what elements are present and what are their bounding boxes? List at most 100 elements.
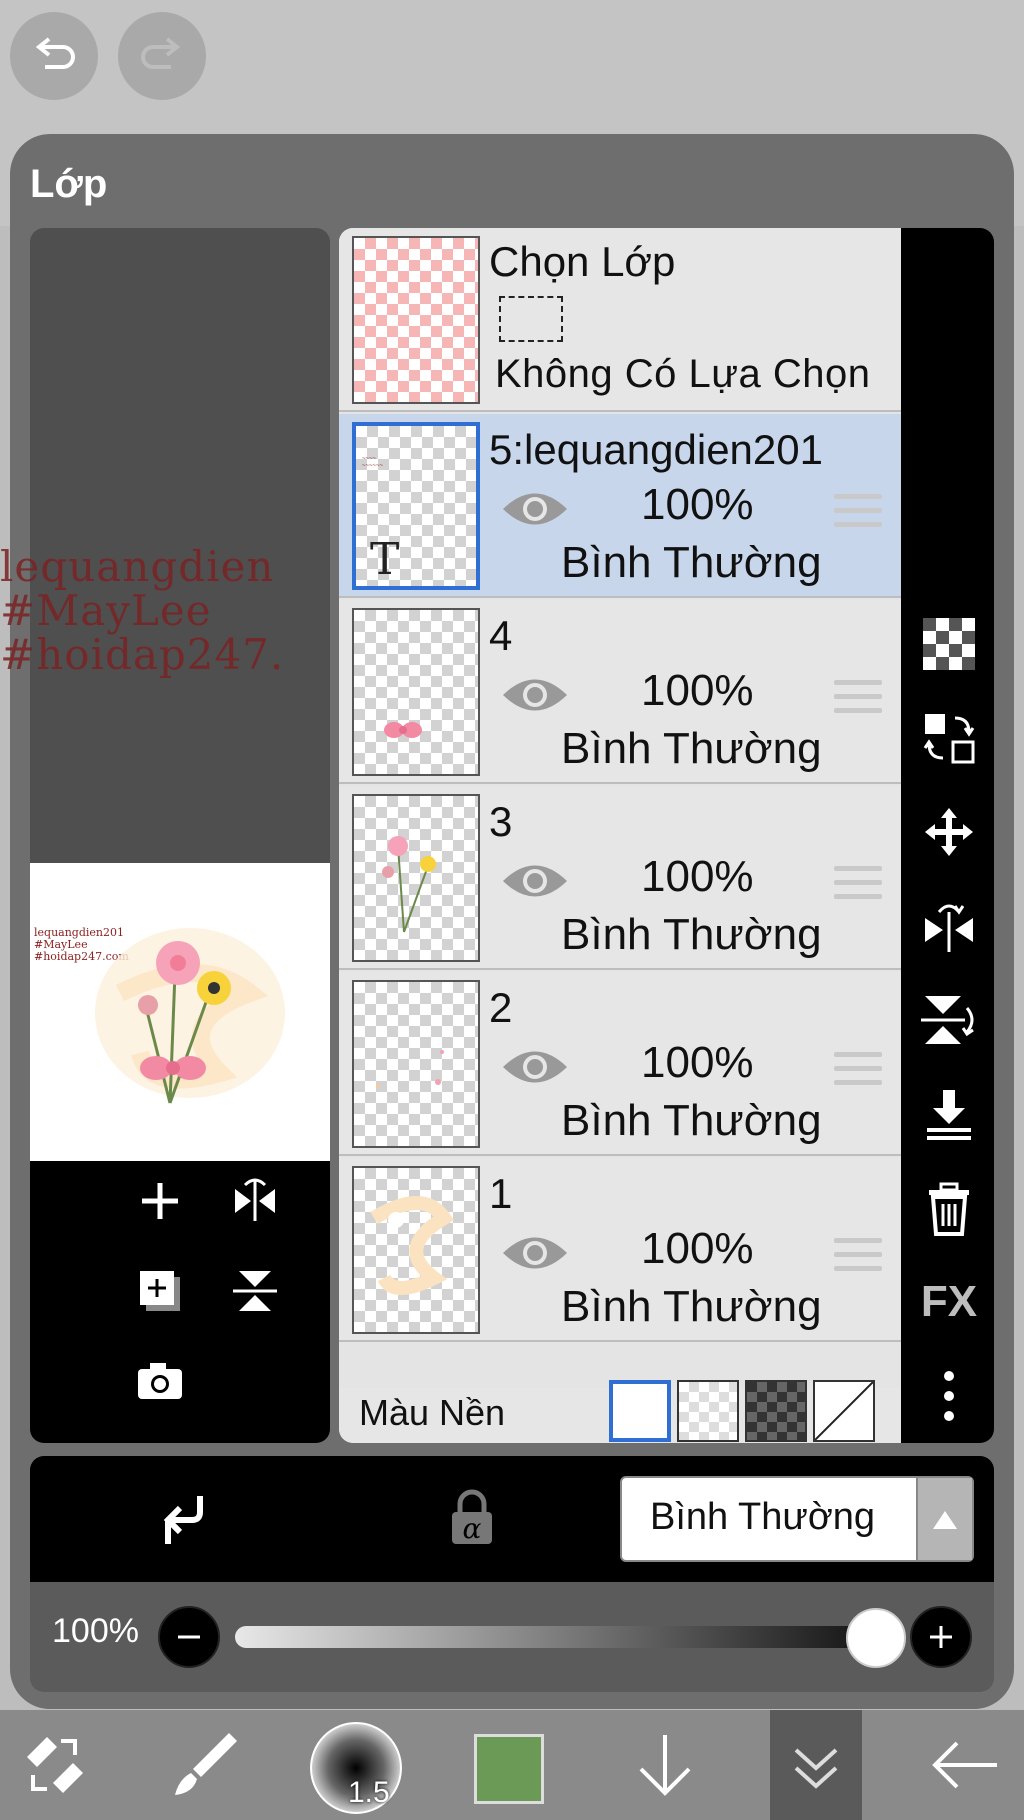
brush-size-button[interactable]: 1.5 [310, 1722, 402, 1814]
clipping-button[interactable] [150, 1486, 214, 1550]
redo-button[interactable] [118, 12, 206, 100]
layer-tools-strip: FX [901, 228, 994, 1443]
more-options-button[interactable] [921, 1368, 977, 1424]
layer-thumbnail [352, 980, 480, 1148]
flip-layer-horizontal-button[interactable] [921, 898, 977, 954]
background-none-swatch[interactable] [813, 1380, 875, 1442]
layer-row[interactable]: ~~~~ ~~~~~~ T 5:lequangdien201 100% Bình … [339, 414, 901, 598]
opacity-slider-bar: 100% [30, 1582, 994, 1692]
selection-box-icon [499, 296, 563, 342]
plus-icon [142, 1183, 178, 1219]
layer-thumbnail [352, 1166, 480, 1334]
selection-layer-title: Chọn Lớp [489, 238, 676, 285]
swap-icon [923, 714, 975, 764]
camera-icon [138, 1363, 182, 1399]
background-checker-dark-swatch[interactable] [745, 1380, 807, 1442]
chevron-up-icon [916, 1478, 972, 1560]
background-color-label: Màu Nền [359, 1392, 506, 1433]
drag-handle-icon[interactable] [834, 866, 882, 908]
preview-toolbar [30, 1161, 330, 1443]
layer-row[interactable]: 1 100% Bình Thường [339, 1158, 901, 1342]
opacity-increase-button[interactable] [910, 1606, 972, 1668]
trash-icon [929, 1182, 969, 1236]
camera-button[interactable] [130, 1351, 190, 1411]
layers-toggle-button[interactable] [770, 1710, 862, 1820]
plus-icon [930, 1626, 952, 1648]
color-picker-button[interactable] [474, 1734, 544, 1804]
layer-opacity: 100% [641, 852, 754, 901]
undo-icon [35, 37, 75, 69]
flip-canvas-horizontal-button[interactable] [225, 1171, 285, 1231]
layer-blend-mode: Bình Thường [561, 1282, 822, 1331]
fx-label: FX [920, 1277, 978, 1326]
layer-name: 3 [489, 798, 513, 845]
flip-canvas-vertical-button[interactable] [225, 1261, 285, 1321]
layer-row[interactable]: 4 100% Bình Thường [339, 600, 901, 784]
layer-name: 5:lequangdien201 [489, 426, 823, 473]
layer-blend-mode: Bình Thường [561, 1096, 822, 1145]
move-icon [925, 808, 973, 856]
layer-opacity: 100% [641, 1224, 754, 1273]
eye-icon[interactable] [499, 670, 571, 720]
redo-icon [141, 37, 181, 69]
fx-button[interactable]: FX [921, 1274, 977, 1330]
brush-tool-button[interactable] [160, 1720, 250, 1810]
delete-layer-button[interactable] [921, 1180, 977, 1236]
eye-icon[interactable] [499, 484, 571, 534]
flip-vertical-icon [921, 996, 974, 1044]
swap-layer-button[interactable] [921, 710, 977, 766]
transparency-button[interactable] [921, 616, 977, 672]
drag-handle-icon[interactable] [834, 1238, 882, 1280]
layer-thumbnail: ~~~~ ~~~~~~ T [352, 422, 480, 590]
background-color-row: Màu Nền [339, 1380, 901, 1443]
canvas-preview[interactable]: lequangdien201 #MayLee #hoidap247.com [30, 228, 330, 1443]
flip-horizontal-icon [235, 1178, 275, 1221]
layer-down-button[interactable] [620, 1720, 710, 1810]
arrow-left-icon [932, 1741, 997, 1789]
alpha-lock-icon: α [452, 1489, 492, 1545]
arrow-down-icon [639, 1735, 691, 1796]
brush-size-value: 1.5 [348, 1776, 390, 1809]
blend-mode-value: Bình Thường [650, 1496, 876, 1538]
drag-handle-icon[interactable] [834, 680, 882, 722]
layer-name: 2 [489, 984, 513, 1031]
back-button[interactable] [920, 1720, 1010, 1810]
blend-mode-select[interactable]: Bình Thường [620, 1476, 974, 1562]
background-white-swatch[interactable] [609, 1380, 671, 1442]
drag-handle-icon[interactable] [834, 494, 882, 536]
transform-tool-button[interactable] [10, 1720, 100, 1810]
layer-action-bar: α Bình Thường [30, 1456, 994, 1582]
undo-button[interactable] [10, 12, 98, 100]
opacity-value: 100% [52, 1612, 139, 1650]
selection-layer-row[interactable]: Chọn Lớp Không Có Lựa Chọn [339, 228, 901, 412]
opacity-decrease-button[interactable] [158, 1606, 220, 1668]
add-layer-button[interactable] [130, 1171, 190, 1231]
flip-layer-vertical-button[interactable] [921, 992, 977, 1048]
layer-row[interactable]: 2 100% Bình Thường [339, 972, 901, 1156]
flip-vertical-icon [233, 1271, 277, 1311]
layer-opacity: 100% [641, 480, 754, 529]
layer-blend-mode: Bình Thường [561, 724, 822, 773]
merge-down-button[interactable] [921, 1086, 977, 1142]
layer-row[interactable]: 3 100% Bình Thường [339, 786, 901, 970]
background-checker-light-swatch[interactable] [677, 1380, 739, 1442]
layer-name: 4 [489, 612, 513, 659]
drag-handle-icon[interactable] [834, 1052, 882, 1094]
svg-text:α: α [463, 1512, 482, 1545]
brush-icon [175, 1733, 237, 1795]
layer-name: 1 [489, 1170, 513, 1217]
move-layer-button[interactable] [921, 804, 977, 860]
opacity-slider-knob[interactable] [846, 1608, 906, 1668]
layer-blend-mode: Bình Thường [561, 910, 822, 959]
alpha-lock-button[interactable]: α [440, 1486, 504, 1550]
add-copy-layer-button[interactable] [130, 1261, 190, 1321]
opacity-slider-track[interactable] [235, 1626, 880, 1648]
eye-icon[interactable] [499, 1042, 571, 1092]
selection-layer-thumbnail [352, 236, 480, 404]
flip-horizontal-icon [925, 904, 973, 952]
layer-thumbnail [352, 608, 480, 776]
preview-image: lequangdien201 #MayLee #hoidap247.com [30, 863, 330, 1161]
eye-icon[interactable] [499, 1228, 571, 1278]
eye-icon[interactable] [499, 856, 571, 906]
layer-thumbnail [352, 794, 480, 962]
